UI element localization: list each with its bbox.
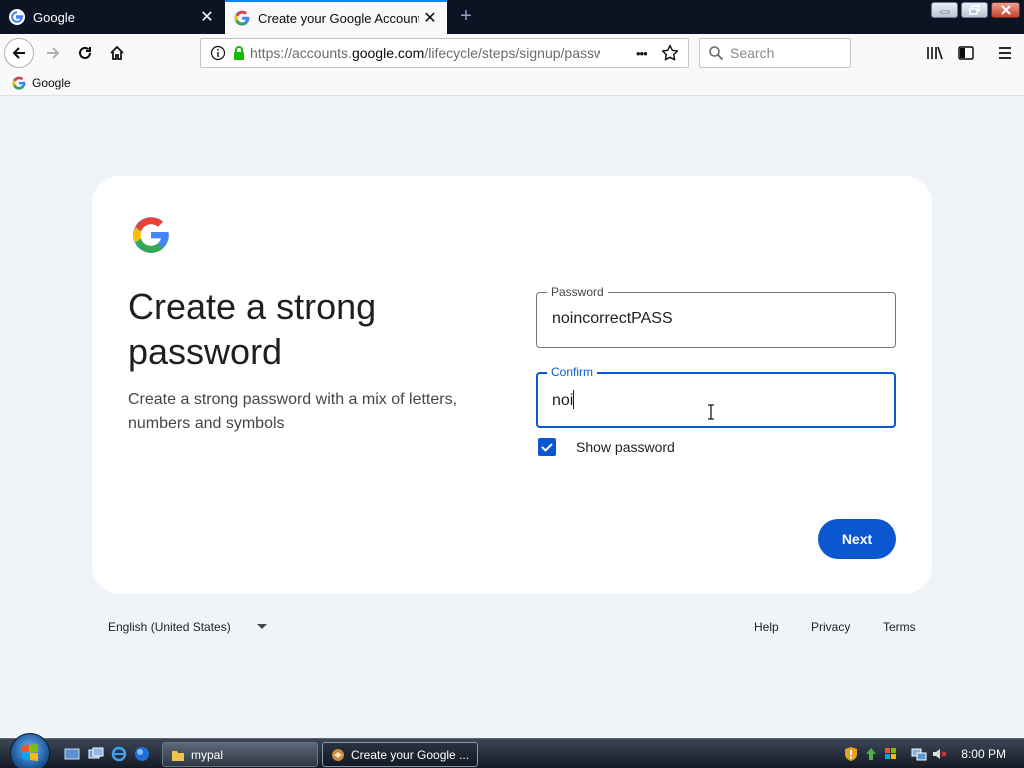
page-actions-icon[interactable]: •••	[636, 46, 648, 61]
taskbar-item-label: mypal	[191, 747, 224, 762]
minimize-icon	[940, 10, 949, 14]
confirm-label: Confirm	[547, 364, 598, 380]
volume-muted-icon[interactable]	[931, 746, 947, 762]
info-icon[interactable]	[210, 45, 226, 61]
forward-arrow-icon	[47, 47, 60, 59]
internet-explorer-icon[interactable]	[111, 746, 127, 762]
help-link[interactable]: Help	[754, 620, 779, 634]
confirm-value-wrapper[interactable]: noi	[552, 390, 575, 410]
page-title: Create a strong password	[128, 286, 377, 372]
terms-link[interactable]: Terms	[883, 620, 916, 634]
search-icon	[709, 46, 724, 61]
next-button[interactable]: Next	[818, 519, 896, 559]
window-controls	[931, 2, 1020, 18]
lock-icon[interactable]	[232, 45, 246, 61]
hamburger-menu-icon	[999, 47, 1011, 59]
back-button[interactable]	[4, 38, 34, 68]
text-caret	[573, 390, 575, 409]
tab-title: Create your Google Account	[258, 10, 419, 26]
security-shield-icon[interactable]	[843, 746, 859, 762]
search-bar[interactable]	[699, 38, 851, 68]
confirm-value: noi	[552, 392, 574, 409]
windows-logo-icon	[22, 744, 38, 761]
menu-button[interactable]	[990, 38, 1020, 68]
bookmark-star-icon[interactable]	[661, 44, 679, 62]
bookmark-google[interactable]: Google	[12, 76, 71, 90]
forward-button[interactable]	[38, 38, 68, 68]
tab-title: Google	[33, 9, 75, 25]
taskbar-item-browser[interactable]: Create your Google ...	[322, 742, 478, 767]
password-field[interactable]: Password noincorrectPASS	[536, 284, 896, 348]
page-description: Create a strong password with a mix of l…	[128, 391, 458, 432]
network-icon[interactable]	[911, 746, 927, 762]
password-label: Password	[547, 284, 608, 300]
tab-create-account[interactable]: Create your Google Account ✕	[225, 0, 447, 34]
show-desktop-icon[interactable]	[64, 746, 80, 762]
close-icon	[1000, 5, 1011, 15]
address-bar[interactable]: https://accounts.google.com/lifecycle/st…	[200, 38, 689, 68]
sidebar-icon	[958, 46, 974, 60]
tab-google[interactable]: Google ✕	[0, 0, 224, 34]
home-button[interactable]	[102, 38, 132, 68]
tab-close-icon[interactable]: ✕	[196, 7, 218, 27]
taskbar: mypal Create your Google ... 8:00 PM	[0, 733, 1024, 768]
signup-card: Create a strong password Create a strong…	[92, 176, 932, 594]
search-input[interactable]	[730, 45, 840, 61]
reload-button[interactable]	[70, 38, 100, 68]
show-password-toggle[interactable]: Show password	[538, 438, 675, 456]
browser-app-icon	[332, 748, 344, 761]
tab-close-icon[interactable]: ✕	[419, 8, 441, 28]
reload-icon	[79, 46, 91, 59]
browser-globe-icon[interactable]	[134, 746, 150, 762]
new-tab-button[interactable]: +	[455, 5, 477, 27]
privacy-link[interactable]: Privacy	[811, 620, 850, 634]
taskbar-clock[interactable]: 8:00 PM	[961, 747, 1006, 761]
dropdown-arrow-icon	[256, 624, 267, 629]
checkmark-icon	[541, 443, 553, 452]
navigation-toolbar: https://accounts.google.com/lifecycle/st…	[0, 34, 1024, 72]
library-button[interactable]	[920, 38, 950, 68]
update-icon[interactable]	[863, 746, 879, 762]
bookmarks-toolbar: Google	[0, 72, 1024, 96]
show-password-label[interactable]: Show password	[576, 439, 675, 455]
folder-icon	[172, 750, 184, 761]
tab-strip: Google ✕ Create your Google Account ✕ +	[0, 0, 1024, 34]
confirm-password-field[interactable]: Confirm noi	[536, 364, 896, 428]
back-arrow-icon	[12, 47, 25, 59]
taskbar-item-label: Create your Google ...	[351, 747, 470, 762]
library-icon	[927, 46, 943, 60]
show-password-checkbox[interactable]	[538, 438, 556, 456]
google-logo-icon	[133, 217, 169, 253]
language-selector[interactable]: English (United States)	[108, 620, 267, 634]
taskbar-item-mypal[interactable]: mypal	[162, 742, 318, 767]
window-close-button[interactable]	[991, 2, 1020, 18]
url-text[interactable]: https://accounts.google.com/lifecycle/st…	[250, 45, 600, 61]
restore-button[interactable]	[961, 2, 988, 18]
google-favicon-icon	[12, 76, 26, 90]
windows-flag-icon[interactable]	[883, 746, 899, 762]
text-cursor-icon	[708, 404, 714, 420]
bookmark-label: Google	[32, 76, 71, 90]
google-favicon-icon	[9, 9, 25, 25]
google-favicon-icon	[234, 10, 250, 26]
switch-windows-icon[interactable]	[88, 746, 104, 762]
home-icon	[110, 45, 124, 60]
start-button[interactable]	[10, 733, 50, 768]
system-tray: 8:00 PM	[843, 739, 1024, 768]
password-value[interactable]: noincorrectPASS	[552, 310, 673, 328]
minimize-button[interactable]	[931, 2, 958, 18]
sidebar-button[interactable]	[951, 38, 981, 68]
restore-icon	[968, 5, 980, 15]
language-label: English (United States)	[108, 620, 231, 634]
